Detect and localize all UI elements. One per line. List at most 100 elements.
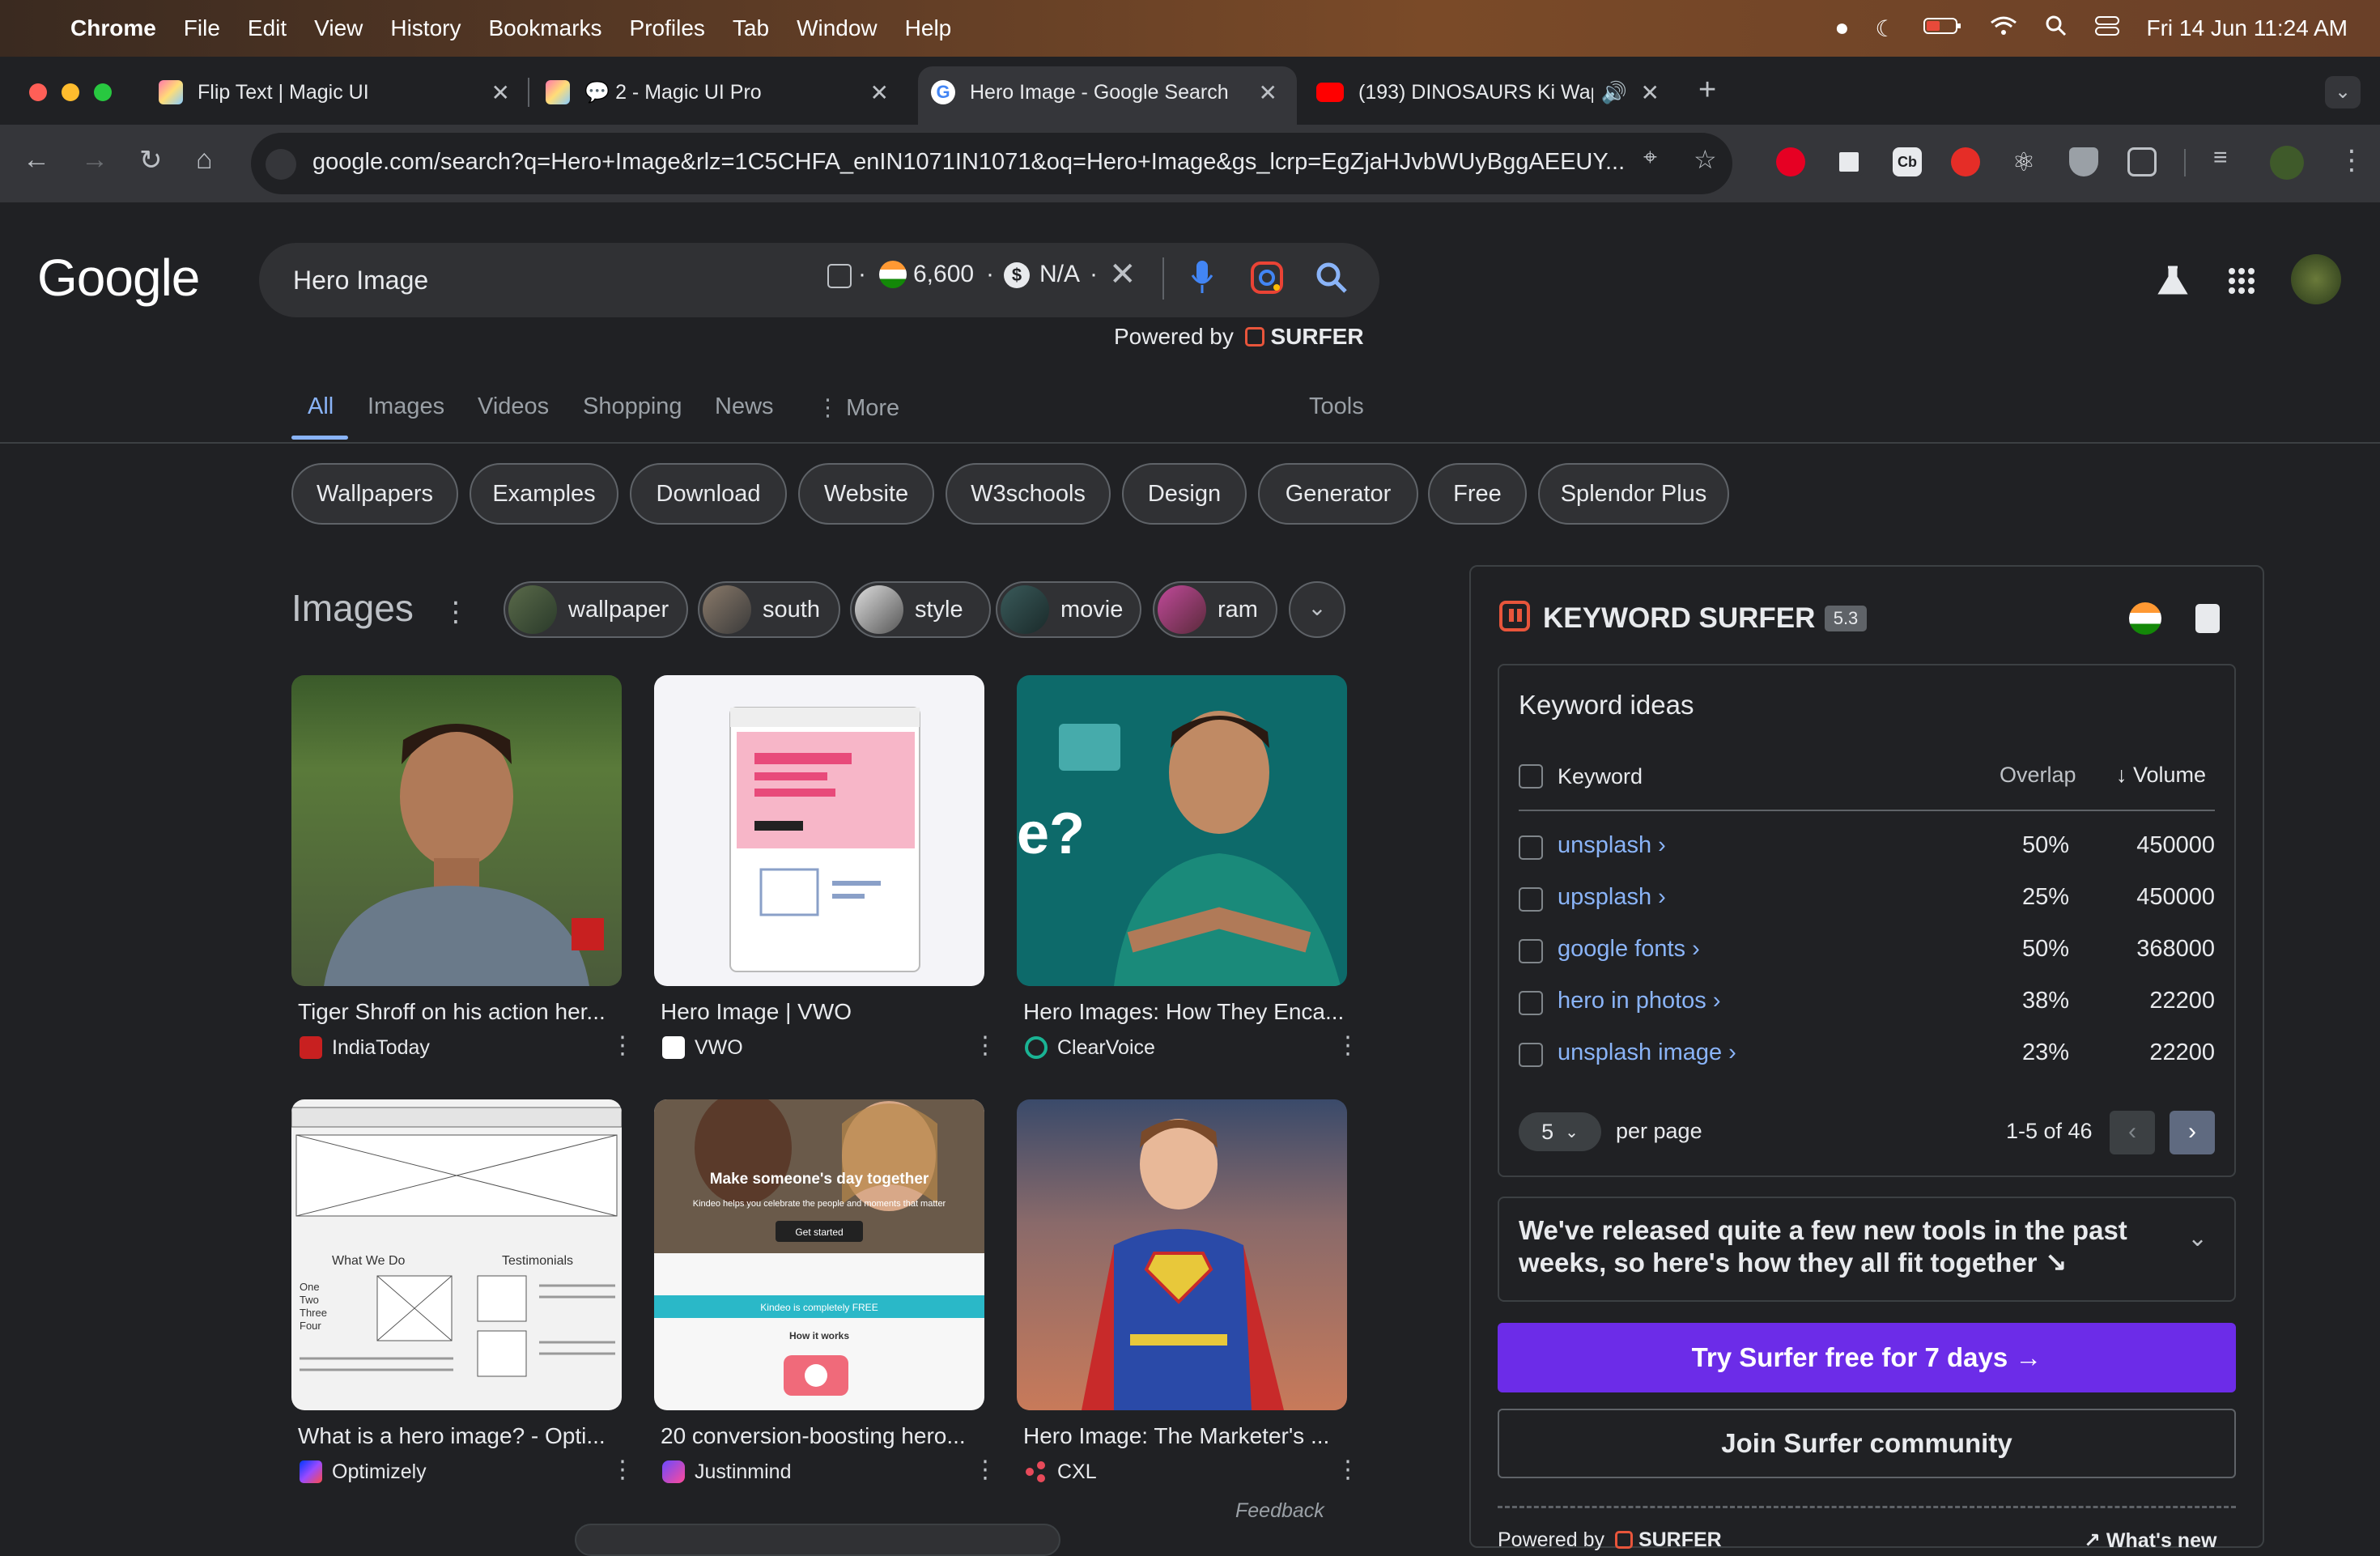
chrome-menu-kebab-icon[interactable]: ⋮ <box>2338 144 2365 176</box>
image-result-thumbnail[interactable] <box>291 675 622 986</box>
window-minimize-button[interactable] <box>62 83 79 101</box>
keyword-row-checkbox[interactable] <box>1519 1043 1543 1067</box>
column-header-keyword[interactable]: Keyword <box>1558 764 1643 789</box>
result-menu-kebab-icon[interactable]: ⋮ <box>1336 1031 1360 1060</box>
image-result-caption[interactable]: Hero Image | VWO <box>661 999 852 1025</box>
clipboard-icon[interactable] <box>2195 604 2220 633</box>
try-surfer-free-button[interactable]: Try Surfer free for 7 days → <box>1498 1323 2236 1392</box>
red-hand-extension-icon[interactable] <box>1951 147 1980 176</box>
image-result-caption[interactable]: Hero Image: The Marketer's ... <box>1023 1423 1329 1449</box>
menu-profiles[interactable]: Profiles <box>616 15 719 41</box>
chip-download[interactable]: Download <box>630 463 787 525</box>
google-lens-icon[interactable] <box>1250 261 1284 299</box>
country-flag-india-icon[interactable] <box>2129 602 2161 635</box>
image-chip-south[interactable]: south <box>698 581 840 638</box>
nav-tab-more[interactable]: ⋮ More <box>816 393 899 422</box>
menubar-clock[interactable]: Fri 14 Jun 11:24 AM <box>2147 15 2348 41</box>
image-chip-movie[interactable]: movie <box>996 581 1141 638</box>
keyword-row-checkbox[interactable] <box>1519 939 1543 963</box>
google-logo[interactable]: Google <box>37 248 200 308</box>
tab-hero-image-search[interactable]: G Hero Image - Google Search ✕ <box>931 70 1290 115</box>
new-tab-plus-icon[interactable]: + <box>1698 73 1716 108</box>
column-header-overlap[interactable]: Overlap <box>2000 763 2076 788</box>
result-menu-kebab-icon[interactable]: ⋮ <box>610 1031 635 1060</box>
keyword-link[interactable]: hero in photos › <box>1558 988 1721 1014</box>
voice-search-mic-icon[interactable] <box>1190 259 1214 299</box>
screen-record-icon[interactable]: ⏺ <box>1836 15 1847 42</box>
profile-avatar[interactable] <box>2270 146 2304 180</box>
google-apps-grid-icon[interactable] <box>2228 267 2255 299</box>
chip-splendor-plus[interactable]: Splendor Plus <box>1538 463 1729 525</box>
menu-app-name[interactable]: Chrome <box>57 15 170 41</box>
image-result-thumbnail[interactable]: Make someone's day together Kindeo helps… <box>654 1099 984 1410</box>
nav-tab-all[interactable]: All <box>308 393 334 420</box>
keyword-row-checkbox[interactable] <box>1519 991 1543 1015</box>
extensions-puzzle-icon[interactable] <box>2127 147 2157 176</box>
whats-new-link[interactable]: ↗ What's new <box>2084 1528 2216 1553</box>
nav-tools[interactable]: Tools <box>1309 393 1364 420</box>
menu-bookmarks[interactable]: Bookmarks <box>474 15 615 41</box>
clear-search-icon[interactable]: ✕ <box>1109 256 1137 293</box>
url-text[interactable]: google.com/search?q=Hero+Image&rlz=1C5CH… <box>312 149 1625 176</box>
image-result-source[interactable]: CXL <box>1057 1460 1097 1484</box>
image-result-source[interactable]: Optimizely <box>332 1460 427 1484</box>
tab-audio-icon[interactable]: 🔊 <box>1601 80 1627 105</box>
bookmark-star-icon[interactable]: ☆ <box>1694 144 1717 175</box>
image-result-source[interactable]: VWO <box>695 1036 743 1060</box>
tab-flip-text[interactable]: Flip Text | Magic UI ✕ <box>159 70 523 115</box>
menu-edit[interactable]: Edit <box>234 15 300 41</box>
image-result-thumbnail[interactable] <box>1017 1099 1347 1410</box>
reading-list-icon[interactable]: ≡ <box>2213 144 2228 172</box>
spotlight-search-icon[interactable] <box>2045 15 2068 43</box>
tab-search-chevron-icon[interactable]: ⌄ <box>2325 76 2361 108</box>
announcement-text[interactable]: We've released quite a few new tools in … <box>1519 1214 2134 1279</box>
tab-close-icon[interactable]: ✕ <box>491 79 510 106</box>
control-center-icon[interactable] <box>2094 15 2119 42</box>
menu-history[interactable]: History <box>376 15 474 41</box>
image-result-thumbnail[interactable]: e? <box>1017 675 1347 986</box>
image-result-caption[interactable]: Hero Images: How They Enca... <box>1023 999 1344 1025</box>
menu-help[interactable]: Help <box>891 15 966 41</box>
chip-website[interactable]: Website <box>798 463 934 525</box>
menu-file[interactable]: File <box>170 15 234 41</box>
chip-wallpapers[interactable]: Wallpapers <box>291 463 458 525</box>
keyword-link[interactable]: google fonts › <box>1558 936 1700 963</box>
nav-tab-images[interactable]: Images <box>368 393 444 420</box>
window-close-button[interactable] <box>29 83 47 101</box>
chip-examples[interactable]: Examples <box>470 463 618 525</box>
images-menu-kebab-icon[interactable]: ⋮ <box>442 596 470 628</box>
image-result-thumbnail[interactable] <box>654 675 984 986</box>
surfer-checkbox[interactable] <box>827 264 852 288</box>
back-arrow-icon[interactable]: ← <box>23 144 50 176</box>
menu-tab[interactable]: Tab <box>719 15 783 41</box>
pinterest-extension-icon[interactable] <box>1776 147 1805 176</box>
keyword-link[interactable]: unsplash image › <box>1558 1039 1736 1066</box>
search-submit-icon[interactable] <box>1315 261 1349 299</box>
tab-youtube-dinosaurs[interactable]: (193) DINOSAURS Ki Wap 🔊 ✕ <box>1316 70 1672 115</box>
search-labs-flask-icon[interactable] <box>2157 264 2189 300</box>
menu-window[interactable]: Window <box>783 15 891 41</box>
result-menu-kebab-icon[interactable]: ⋮ <box>610 1456 635 1484</box>
join-surfer-community-button[interactable]: Join Surfer community <box>1498 1409 2236 1478</box>
tab-close-icon[interactable]: ✕ <box>1259 79 1277 106</box>
nav-tab-videos[interactable]: Videos <box>478 393 549 420</box>
chip-generator[interactable]: Generator <box>1258 463 1418 525</box>
tab-magic-ui-pro[interactable]: 💬 2 - Magic UI Pro ✕ <box>546 70 902 115</box>
chip-w3schools[interactable]: W3schools <box>946 463 1111 525</box>
column-header-volume[interactable]: ↓ Volume <box>2116 763 2206 788</box>
tab-close-icon[interactable]: ✕ <box>870 79 889 106</box>
keyword-row-checkbox[interactable] <box>1519 835 1543 860</box>
window-maximize-button[interactable] <box>94 83 112 101</box>
site-info-icon[interactable] <box>266 149 296 180</box>
image-result-thumbnail[interactable]: What We Do Testimonials One Two Three Fo… <box>291 1099 622 1410</box>
home-icon[interactable]: ⌂ <box>196 144 213 176</box>
per-page-select[interactable]: 5 ⌄ <box>1519 1112 1601 1151</box>
select-all-checkbox[interactable] <box>1519 764 1543 789</box>
chip-free[interactable]: Free <box>1428 463 1527 525</box>
menu-view[interactable]: View <box>300 15 376 41</box>
result-menu-kebab-icon[interactable]: ⋮ <box>973 1456 997 1484</box>
feedback-link[interactable]: Feedback <box>1235 1499 1324 1523</box>
nav-tab-shopping[interactable]: Shopping <box>583 393 682 420</box>
wifi-icon[interactable] <box>1990 15 2017 42</box>
focus-moon-icon[interactable]: ☾ <box>1875 15 1895 42</box>
